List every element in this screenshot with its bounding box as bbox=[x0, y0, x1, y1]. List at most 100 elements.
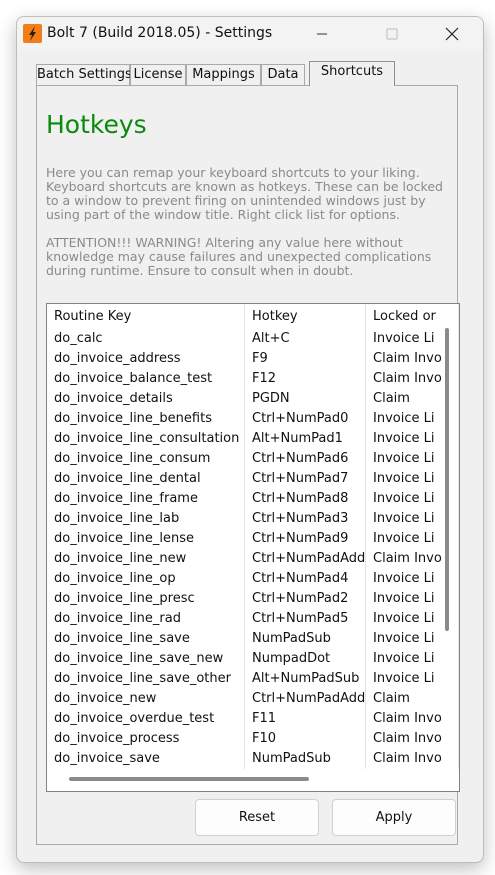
table-row[interactable]: do_invoice_line_benefits Ctrl+NumPad0 Invo… bbox=[47, 409, 459, 429]
locked-on-cell: Invoice Li bbox=[366, 669, 459, 689]
tab-mappings[interactable]: Mappings bbox=[186, 64, 261, 85]
table-row[interactable]: do_invoice_line_frame Ctrl+NumPad8 Invoice… bbox=[47, 489, 459, 509]
hotkey-cell: Ctrl+NumPad5 bbox=[245, 609, 366, 629]
table-row[interactable]: do_invoice_line_op Ctrl+NumPad4 Invoice Li bbox=[47, 569, 459, 589]
routine-key-cell: do_invoice_line_consultation bbox=[47, 429, 245, 449]
tab-data[interactable]: Data bbox=[261, 64, 305, 85]
bolt-logo-icon bbox=[29, 26, 36, 41]
locked-on-cell: Claim Invo bbox=[366, 749, 459, 769]
locked-on-cell: Claim Invo bbox=[366, 709, 459, 729]
routine-key-cell: do_invoice_line_save bbox=[47, 629, 245, 649]
column-header-locked-on[interactable]: Locked or bbox=[366, 304, 459, 329]
routine-key-cell: do_invoice_line_rad bbox=[47, 609, 245, 629]
hotkey-cell: Alt+NumPadSub bbox=[245, 669, 366, 689]
hotkey-cell: Ctrl+NumPadAdd bbox=[245, 549, 366, 569]
table-row[interactable]: do_invoice_new Ctrl+NumPadAdd Claim bbox=[47, 689, 459, 709]
table-row[interactable]: do_invoice_save NumPadSub Claim Invo bbox=[47, 749, 459, 769]
window-title: Bolt 7 (Build 2018.05) - Settings bbox=[47, 25, 273, 41]
routine-key-cell: do_invoice_line_frame bbox=[47, 489, 245, 509]
close-icon bbox=[445, 27, 459, 41]
routine-key-cell: do_invoice_line_save_new bbox=[47, 649, 245, 669]
settings-window: Bolt 7 (Build 2018.05) - Settings Batch … bbox=[16, 16, 484, 863]
hotkey-cell: F9 bbox=[245, 349, 366, 369]
locked-on-cell: Claim bbox=[366, 689, 459, 709]
table-row[interactable]: do_invoice_line_lense Ctrl+NumPad9 Invoice… bbox=[47, 529, 459, 549]
reset-button[interactable]: Reset bbox=[195, 799, 319, 836]
table-row[interactable]: do_invoice_details PGDN Claim bbox=[47, 389, 459, 409]
routine-key-cell: do_invoice_line_presc bbox=[47, 589, 245, 609]
hotkey-cell: Ctrl+NumPad2 bbox=[245, 589, 366, 609]
vertical-scrollbar[interactable] bbox=[445, 328, 449, 631]
table-row[interactable]: do_invoice_balance_test F12 Claim Invo bbox=[47, 369, 459, 389]
locked-on-cell: Invoice Li bbox=[366, 649, 459, 669]
routine-key-cell: do_invoice_line_dental bbox=[47, 469, 245, 489]
hotkey-cell: NumpadDot bbox=[245, 649, 366, 669]
table-header: Routine Key Hotkey Locked or bbox=[47, 304, 459, 329]
hotkey-cell: F10 bbox=[245, 729, 366, 749]
minimize-button[interactable] bbox=[299, 17, 345, 51]
column-header-hotkey[interactable]: Hotkey bbox=[245, 304, 366, 329]
table-row[interactable]: do_invoice_line_rad Ctrl+NumPad5 Invoice L… bbox=[47, 609, 459, 629]
hotkey-cell: NumPadSub bbox=[245, 749, 366, 769]
table-row[interactable]: do_invoice_process F10 Claim Invo bbox=[47, 729, 459, 749]
horizontal-scrollbar[interactable] bbox=[69, 777, 309, 781]
minimize-icon bbox=[317, 33, 327, 35]
hotkey-cell: PGDN bbox=[245, 389, 366, 409]
routine-key-cell: do_invoice_line_lab bbox=[47, 509, 245, 529]
shortcuts-panel: Hotkeys Here you can remap your keyboard… bbox=[36, 85, 460, 845]
routine-key-cell: do_invoice_line_save_other bbox=[47, 669, 245, 689]
hotkey-cell: Ctrl+NumPad6 bbox=[245, 449, 366, 469]
routine-key-cell: do_invoice_address bbox=[47, 349, 245, 369]
table-row[interactable]: do_invoice_line_consultation Alt+NumPad1 I… bbox=[47, 429, 459, 449]
hotkey-cell: Ctrl+NumPad7 bbox=[245, 469, 366, 489]
routine-key-cell: do_invoice_save bbox=[47, 749, 245, 769]
hotkey-cell: Alt+C bbox=[245, 329, 366, 349]
routine-key-cell: do_invoice_line_consum bbox=[47, 449, 245, 469]
table-row[interactable]: do_invoice_line_presc Ctrl+NumPad2 Invoice… bbox=[47, 589, 459, 609]
hotkey-cell: Ctrl+NumPad3 bbox=[245, 509, 366, 529]
column-header-routine-key[interactable]: Routine Key bbox=[47, 304, 245, 329]
hotkey-cell: Ctrl+NumPad9 bbox=[245, 529, 366, 549]
hotkey-cell: Ctrl+NumPadAdd bbox=[245, 689, 366, 709]
hotkey-cell: Ctrl+NumPad4 bbox=[245, 569, 366, 589]
page-title: Hotkeys bbox=[46, 110, 147, 139]
routine-key-cell: do_invoice_line_benefits bbox=[47, 409, 245, 429]
routine-key-cell: do_invoice_line_new bbox=[47, 549, 245, 569]
table-row[interactable]: do_invoice_address F9 Claim Invo bbox=[47, 349, 459, 369]
routine-key-cell: do_invoice_line_lense bbox=[47, 529, 245, 549]
table-row[interactable]: do_calc Alt+C Invoice Li bbox=[47, 329, 459, 349]
tab-license[interactable]: License bbox=[130, 64, 186, 85]
routine-key-cell: do_invoice_new bbox=[47, 689, 245, 709]
hotkey-cell: Alt+NumPad1 bbox=[245, 429, 366, 449]
table-row[interactable]: do_invoice_line_dental Ctrl+NumPad7 Invoic… bbox=[47, 469, 459, 489]
hotkey-cell: F12 bbox=[245, 369, 366, 389]
routine-key-cell: do_calc bbox=[47, 329, 245, 349]
hotkey-cell: Ctrl+NumPad8 bbox=[245, 489, 366, 509]
title-bar[interactable]: Bolt 7 (Build 2018.05) - Settings bbox=[17, 17, 483, 51]
routine-key-cell: do_invoice_overdue_test bbox=[47, 709, 245, 729]
app-icon bbox=[23, 24, 42, 43]
table-row[interactable]: do_invoice_line_lab Ctrl+NumPad3 Invoice L… bbox=[47, 509, 459, 529]
close-button[interactable] bbox=[429, 17, 475, 51]
hotkey-cell: NumPadSub bbox=[245, 629, 366, 649]
apply-button[interactable]: Apply bbox=[332, 799, 456, 836]
hotkey-cell: F11 bbox=[245, 709, 366, 729]
table-row[interactable]: do_invoice_line_save NumPadSub Invoice Li bbox=[47, 629, 459, 649]
table-row[interactable]: do_invoice_line_new Ctrl+NumPadAdd Claim I… bbox=[47, 549, 459, 569]
hotkeys-table[interactable]: Routine Key Hotkey Locked or do_calc Alt+… bbox=[46, 303, 460, 792]
table-row[interactable]: do_invoice_overdue_test F11 Claim Invo bbox=[47, 709, 459, 729]
routine-key-cell: do_invoice_details bbox=[47, 389, 245, 409]
maximize-button[interactable] bbox=[369, 17, 415, 51]
hotkey-cell: Ctrl+NumPad0 bbox=[245, 409, 366, 429]
routine-key-cell: do_invoice_balance_test bbox=[47, 369, 245, 389]
table-row[interactable]: do_invoice_line_save_other Alt+NumPadSub I… bbox=[47, 669, 459, 689]
tab-shortcuts[interactable]: Shortcuts bbox=[309, 61, 395, 86]
locked-on-cell: Claim Invo bbox=[366, 729, 459, 749]
locked-on-cell: Invoice Li bbox=[366, 629, 459, 649]
table-row[interactable]: do_invoice_line_save_new NumpadDot Invoice… bbox=[47, 649, 459, 669]
tab-batch-settings[interactable]: Batch Settings bbox=[36, 64, 132, 85]
routine-key-cell: do_invoice_line_op bbox=[47, 569, 245, 589]
maximize-icon bbox=[386, 28, 398, 40]
description-text: Here you can remap your keyboard shortcu… bbox=[46, 165, 443, 222]
table-row[interactable]: do_invoice_line_consum Ctrl+NumPad6 Invoic… bbox=[47, 449, 459, 469]
